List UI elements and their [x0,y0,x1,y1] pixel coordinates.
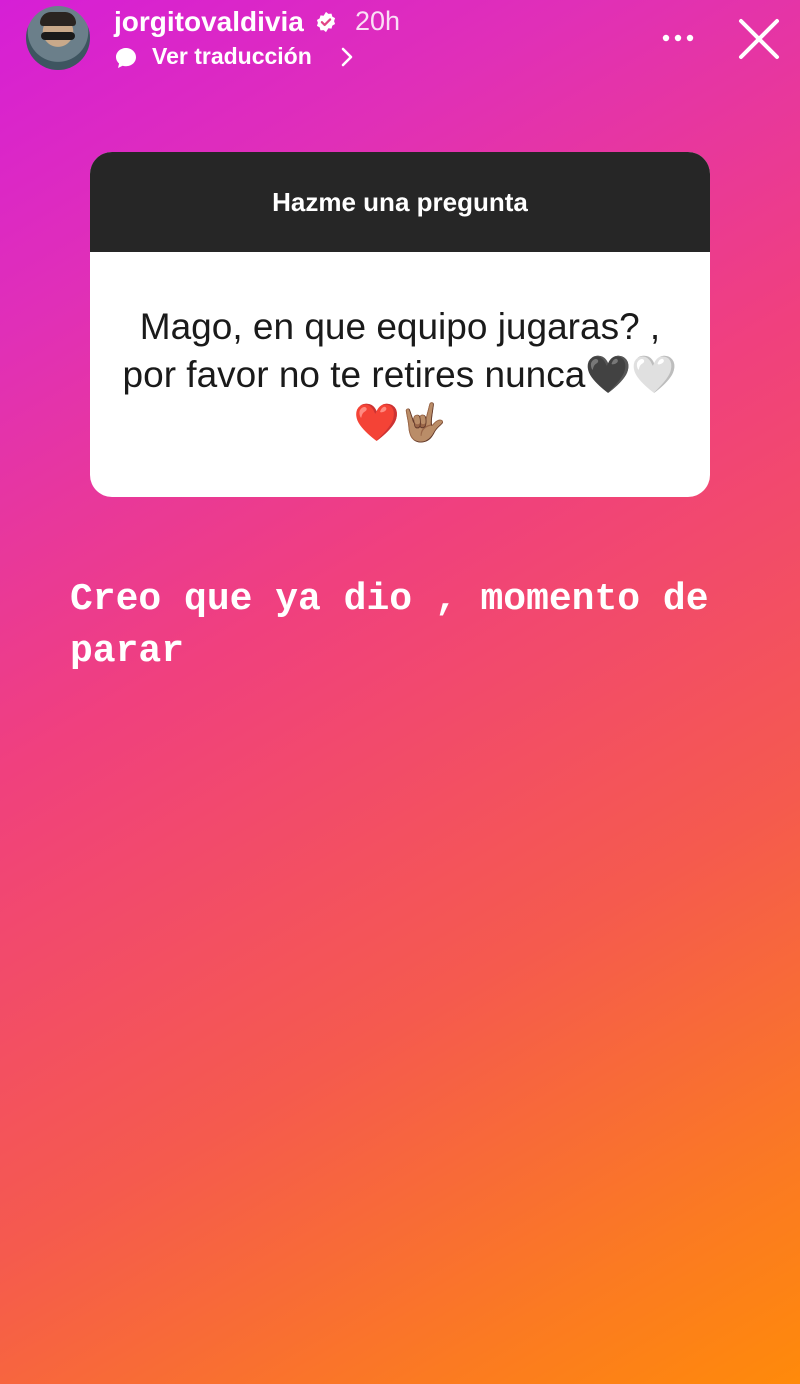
question-sticker-header: Hazme una pregunta [90,152,710,252]
close-icon[interactable] [736,16,782,62]
username[interactable]: jorgitovaldivia [114,6,304,38]
question-text: Mago, en que equipo jugaras? , por favor… [122,305,678,443]
verified-badge-icon [316,11,336,33]
story-header: jorgitovaldivia 20h Ver traducción [0,0,800,90]
avatar-glasses [41,32,75,40]
answer-text: Creo que ya dio , momento de parar [70,578,732,673]
translation-label: Ver traducción [152,43,312,69]
avatar-hair [40,12,76,26]
profile-avatar[interactable] [26,6,90,70]
post-time: 20h [355,6,401,36]
question-sticker: Hazme una pregunta Mago, en que equipo j… [90,152,710,497]
chevron-right-icon [341,47,353,67]
speech-bubble-icon [116,48,136,68]
more-options-icon[interactable] [660,26,696,50]
